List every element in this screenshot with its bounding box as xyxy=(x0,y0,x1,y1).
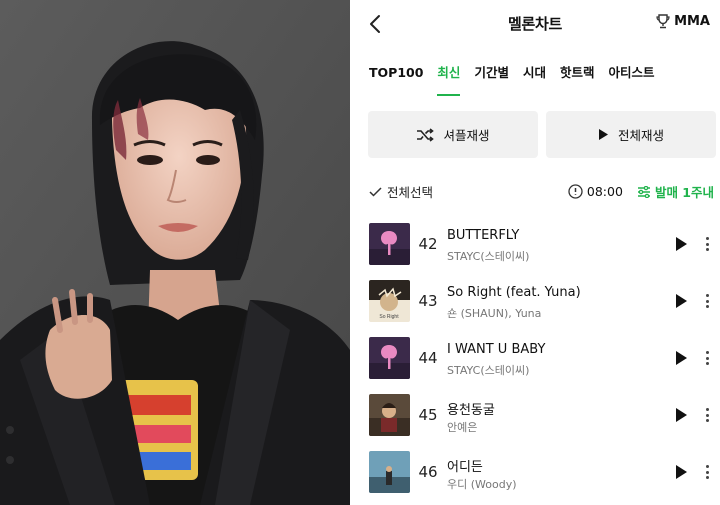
more-vertical-icon[interactable] xyxy=(703,406,711,424)
song-artist[interactable]: 숀 (SHAUN), Yuna xyxy=(447,305,541,321)
chart-tabs: TOP100 최신 기간별 시대 핫트랙 아티스트 xyxy=(350,60,720,96)
song-list: 42 BUTTERFLY STAYC(스테이씨) So Right 43 So … xyxy=(350,216,720,501)
tab-period[interactable]: 기간별 xyxy=(474,60,509,96)
check-icon xyxy=(369,186,382,197)
list-item[interactable]: 42 BUTTERFLY STAYC(스테이씨) xyxy=(350,216,720,273)
more-vertical-icon[interactable] xyxy=(703,349,711,367)
album-cover xyxy=(369,394,410,436)
album-cover xyxy=(369,223,410,265)
rank-number: 46 xyxy=(418,463,438,481)
rank-number: 43 xyxy=(418,292,438,310)
release-filter-label: 발매 1주내 xyxy=(654,185,714,200)
tab-hot-track[interactable]: 핫트랙 xyxy=(560,60,595,96)
rank-number: 44 xyxy=(418,349,438,367)
svg-text:So Right: So Right xyxy=(379,314,399,320)
play-icon[interactable] xyxy=(673,464,689,480)
song-title[interactable]: 어디든 xyxy=(447,456,483,475)
tab-latest[interactable]: 최신 xyxy=(437,60,461,96)
album-cover xyxy=(369,337,410,379)
shuffle-icon xyxy=(417,127,435,142)
rank-number: 42 xyxy=(418,235,438,253)
rank-number: 45 xyxy=(418,406,438,424)
play-icon[interactable] xyxy=(673,350,689,366)
clock-icon xyxy=(568,184,583,199)
song-title[interactable]: 용천동굴 xyxy=(447,399,495,418)
play-icon[interactable] xyxy=(673,293,689,309)
tab-artist[interactable]: 아티스트 xyxy=(608,60,654,96)
play-controls: 셔플재생 전체재생 xyxy=(368,111,716,158)
song-artist[interactable]: 우디 (Woody) xyxy=(447,476,517,492)
chart-time-value: 08:00 xyxy=(586,184,623,199)
melon-chart-app: 멜론차트 MMA TOP100 최신 기간별 시대 핫트랙 아티스트 셔플재생 xyxy=(350,0,720,505)
play-icon[interactable] xyxy=(673,407,689,423)
more-vertical-icon[interactable] xyxy=(703,235,711,253)
shuffle-play-button[interactable]: 셔플재생 xyxy=(368,111,538,158)
selection-tools: 08:00 발매 1주내 xyxy=(568,182,714,201)
tab-era[interactable]: 시대 xyxy=(523,60,546,96)
artist-photo xyxy=(0,0,350,505)
release-filter-button[interactable]: 발매 1주내 xyxy=(637,182,714,201)
album-cover: So Right xyxy=(369,280,410,322)
list-item[interactable]: 45 용천동굴 안예은 xyxy=(350,387,720,444)
song-title[interactable]: So Right (feat. Yuna) xyxy=(447,285,581,300)
tab-top100[interactable]: TOP100 xyxy=(369,60,423,96)
song-artist[interactable]: STAYC(스테이씨) xyxy=(447,362,529,378)
play-all-button[interactable]: 전체재생 xyxy=(546,111,716,158)
list-item[interactable]: 44 I WANT U BABY STAYC(스테이씨) xyxy=(350,330,720,387)
chart-time[interactable]: 08:00 xyxy=(568,184,623,199)
more-vertical-icon[interactable] xyxy=(703,463,711,481)
mma-label: MMA xyxy=(674,14,710,29)
song-title[interactable]: BUTTERFLY xyxy=(447,228,519,243)
shuffle-play-label: 셔플재생 xyxy=(443,128,490,143)
song-title[interactable]: I WANT U BABY xyxy=(447,342,545,357)
top-bar: 멜론차트 MMA xyxy=(350,0,720,48)
song-artist[interactable]: 안예은 xyxy=(447,419,477,435)
play-all-label: 전체재생 xyxy=(617,128,664,143)
album-cover xyxy=(369,451,410,493)
select-all-label: 전체선택 xyxy=(387,185,434,200)
trophy-icon xyxy=(656,14,670,29)
play-icon xyxy=(598,129,608,140)
list-item[interactable]: So Right 43 So Right (feat. Yuna) 숀 (SHA… xyxy=(350,273,720,330)
select-all-button[interactable]: 전체선택 xyxy=(369,182,433,201)
selection-bar: 전체선택 08:00 발매 1주내 xyxy=(369,180,714,202)
portrait-illustration xyxy=(0,0,350,505)
list-item[interactable]: 46 어디든 우디 (Woody) xyxy=(350,444,720,501)
song-artist[interactable]: STAYC(스테이씨) xyxy=(447,248,529,264)
play-icon[interactable] xyxy=(673,236,689,252)
mma-button[interactable]: MMA xyxy=(656,14,710,29)
filter-icon xyxy=(637,185,650,198)
more-vertical-icon[interactable] xyxy=(703,292,711,310)
